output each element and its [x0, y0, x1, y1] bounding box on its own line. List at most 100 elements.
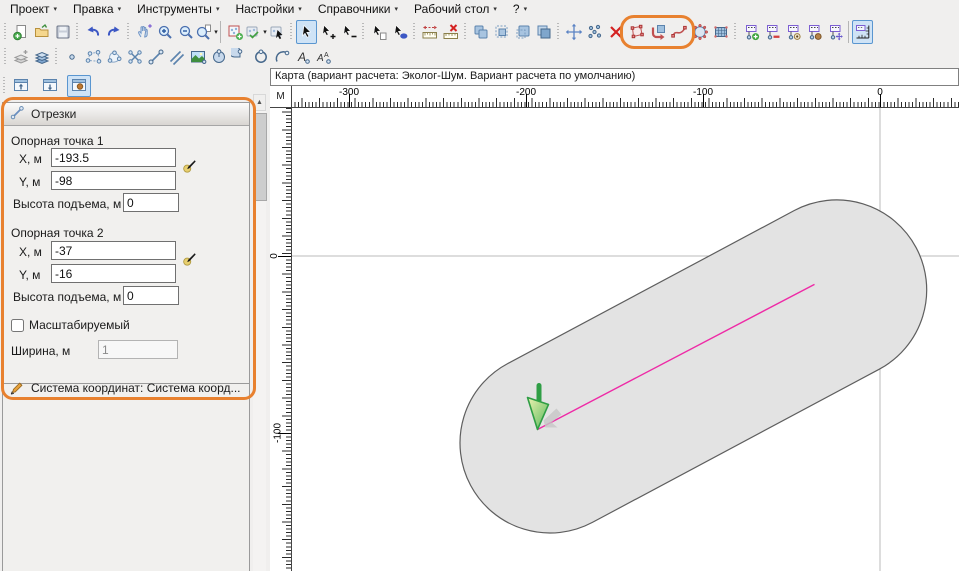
circle-icon [210, 48, 228, 66]
btn-undo[interactable] [82, 20, 103, 44]
btn-draw-cut[interactable] [124, 47, 145, 67]
toolbar-grip [3, 23, 8, 41]
btn-layers-new[interactable] [10, 47, 31, 67]
scalable-label: Масштабируемый [29, 318, 130, 332]
point1-x-label: X, м [19, 152, 42, 166]
btn-selection-new[interactable] [491, 20, 512, 44]
menu-5[interactable]: Справочники▾ [310, 1, 406, 18]
pick-from-map-icon[interactable] [181, 251, 197, 267]
btn-zoom-extent[interactable]: ▾ [196, 20, 217, 44]
btn-selection-union[interactable] [470, 20, 491, 44]
btn-panel-up[interactable] [9, 75, 33, 97]
btn-new-project[interactable] [10, 20, 31, 44]
object-pointer-icon [268, 23, 286, 41]
scroll-up-arrow-icon[interactable]: ▲ [253, 94, 266, 111]
btn-source-move[interactable] [824, 20, 845, 44]
btn-curve-draw[interactable] [668, 20, 689, 44]
menu-6[interactable]: Рабочий стол▾ [406, 1, 505, 18]
btn-zoom-out[interactable] [175, 20, 196, 44]
point2-y-input[interactable] [51, 264, 176, 283]
btn-open-project[interactable] [31, 20, 52, 44]
folder-open-icon [33, 23, 51, 41]
btn-mesh-area[interactable] [710, 20, 731, 44]
menu-1[interactable]: Проект▾ [2, 1, 65, 18]
btn-draw-point[interactable] [61, 47, 82, 67]
ringc-icon [252, 48, 270, 66]
btn-measure[interactable] [419, 20, 440, 44]
layers-gray-icon [12, 48, 30, 66]
btn-segment-draw[interactable] [647, 20, 668, 44]
btn-select[interactable] [296, 20, 317, 44]
btn-delete-object[interactable] [605, 20, 626, 44]
btn-source-add[interactable] [740, 20, 761, 44]
menu-4[interactable]: Настройки▾ [227, 1, 309, 18]
btn-draw-polygon-rounded[interactable] [103, 47, 124, 67]
btn-selection-subtract[interactable] [512, 20, 533, 44]
menu-caret-icon: ▾ [493, 5, 497, 13]
scalable-checkbox[interactable] [11, 319, 24, 332]
main-toolbar: ▾▾ [0, 18, 959, 46]
menu-3[interactable]: Инструменты▾ [129, 1, 227, 18]
hand-icon [135, 23, 153, 41]
btn-draw-text[interactable]: A [292, 47, 313, 67]
segments-panel-header[interactable]: Отрезки [3, 103, 249, 126]
coord-system-label: Система координат: Система коорд... [31, 381, 241, 395]
btn-draw-image[interactable] [187, 47, 208, 67]
panel-title: Отрезки [31, 107, 76, 121]
btn-draw-circle[interactable] [208, 47, 229, 67]
ruler-unit-box: М [270, 86, 292, 108]
btn-select-node[interactable] [389, 20, 410, 44]
btn-source-remove[interactable] [761, 20, 782, 44]
btn-pan[interactable] [133, 20, 154, 44]
menu-2[interactable]: Правка▾ [65, 1, 129, 18]
toolbar-grip [733, 23, 738, 41]
btn-object-add[interactable] [224, 20, 245, 44]
map-canvas[interactable] [292, 108, 959, 571]
scrollbar-thumb[interactable] [254, 113, 267, 201]
win-down-icon [41, 76, 59, 97]
src-del-icon [763, 23, 781, 41]
point2-x-input[interactable] [51, 241, 176, 260]
poly-nodes-icon [628, 23, 646, 41]
curve-nodes-icon [670, 23, 688, 41]
btn-save-project[interactable] [52, 20, 73, 44]
btn-layers[interactable] [31, 47, 52, 67]
btn-measure-clear[interactable] [440, 20, 461, 44]
seg-hook-icon [649, 23, 667, 41]
btn-draw-sector[interactable] [229, 47, 250, 67]
btn-object-check[interactable]: ▾ [245, 20, 266, 44]
btn-source-view[interactable] [782, 20, 803, 44]
btn-select-add[interactable] [317, 20, 338, 44]
btn-draw-line[interactable] [145, 47, 166, 67]
btn-draw-arc[interactable] [271, 47, 292, 67]
btn-select-subtract[interactable] [338, 20, 359, 44]
btn-select-page[interactable] [368, 20, 389, 44]
point2-height-input[interactable] [123, 286, 179, 305]
btn-area-nodes[interactable] [626, 20, 647, 44]
btn-panel-down[interactable] [38, 75, 62, 97]
point1-x-input[interactable] [51, 148, 176, 167]
btn-draw-text-small[interactable]: AA [313, 47, 334, 67]
toolbar-grip [463, 23, 468, 41]
btn-source-ruler[interactable] [852, 20, 873, 44]
coord-system-row[interactable]: Система координат: Система коорд... [3, 378, 249, 402]
point1-y-input[interactable] [51, 171, 176, 190]
btn-move-nodes[interactable] [563, 20, 584, 44]
btn-draw-parallel[interactable] [166, 47, 187, 67]
btn-ellipse-nodes[interactable] [689, 20, 710, 44]
btn-zoom-in[interactable] [154, 20, 175, 44]
btn-object-pointer[interactable] [266, 20, 287, 44]
btn-draw-polygon[interactable] [82, 47, 103, 67]
panel-scrollbar[interactable]: ▲ [253, 94, 266, 571]
pick-from-map-icon[interactable] [181, 158, 197, 174]
menu-7[interactable]: ?▾ [505, 1, 535, 18]
btn-redo[interactable] [103, 20, 124, 44]
btn-selection-intersect[interactable] [533, 20, 554, 44]
btn-source-point[interactable] [803, 20, 824, 44]
point1-height-input[interactable] [123, 193, 179, 212]
btn-panel-props[interactable] [67, 75, 91, 97]
width-input[interactable] [98, 340, 178, 359]
svg-text:A: A [324, 52, 329, 59]
btn-split-nodes[interactable] [584, 20, 605, 44]
btn-draw-ring[interactable] [250, 47, 271, 67]
